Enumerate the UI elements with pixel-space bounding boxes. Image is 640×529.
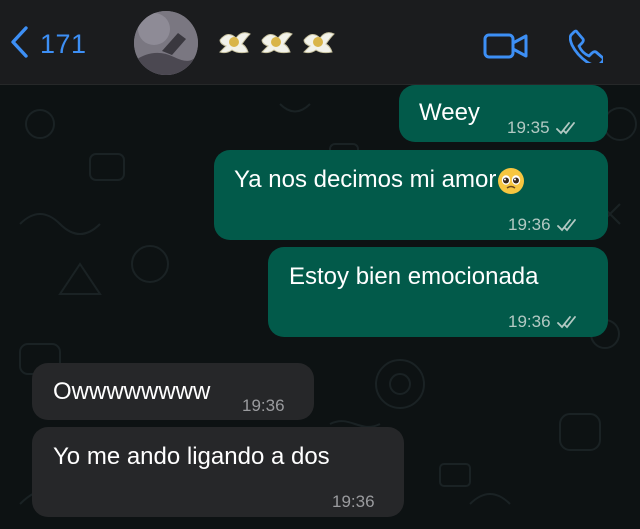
double-check-icon (555, 122, 575, 135)
message-meta: 19:36 (508, 211, 579, 239)
message-text: Owwwwwwww (53, 378, 211, 405)
video-call-icon (483, 33, 528, 59)
message-time: 19:36 (508, 312, 551, 331)
unread-count: 171 (40, 28, 87, 59)
double-check-icon (556, 316, 576, 329)
dove-icon (219, 32, 251, 54)
double-check-icon (556, 219, 576, 232)
message-meta: 19:35 (507, 114, 578, 142)
dove-icon (303, 32, 335, 54)
message-text: Weey (419, 99, 480, 126)
message-bubble-incoming[interactable]: Owwwwwwww 19:36 (32, 363, 314, 420)
phone-icon (569, 29, 603, 63)
message-time: 19:35 (507, 118, 550, 137)
message-bubble-outgoing[interactable]: Ya nos decimos mi amor 19:36 (214, 150, 608, 240)
message-bubble-incoming[interactable]: Yo me ando ligando a dos 19:36 (32, 427, 404, 517)
phone-call-button[interactable] (562, 26, 610, 66)
message-time: 19:36 (242, 396, 285, 415)
chat-header: 171 🕊️🕊️🕊️ (0, 0, 640, 85)
dove-icon (261, 32, 293, 54)
message-time: 19:36 (508, 215, 551, 234)
pleading-face-icon (498, 167, 525, 194)
contact-name[interactable]: 🕊️🕊️🕊️ (214, 26, 338, 60)
avatar[interactable] (134, 11, 198, 75)
message-text: Ya nos decimos mi amor (234, 166, 525, 195)
video-call-button[interactable] (482, 26, 530, 66)
message-bubble-outgoing[interactable]: Estoy bien emocionada 19:36 (268, 247, 608, 337)
message-meta: 19:36 (508, 308, 579, 336)
message-text: Estoy bien emocionada (289, 263, 539, 290)
message-bubble-outgoing[interactable]: Weey 19:35 (399, 85, 608, 142)
chevron-left-icon (10, 25, 30, 64)
message-text: Yo me ando ligando a dos (53, 443, 330, 470)
message-time: 19:36 (332, 492, 375, 511)
back-button[interactable]: 171 (10, 24, 87, 64)
